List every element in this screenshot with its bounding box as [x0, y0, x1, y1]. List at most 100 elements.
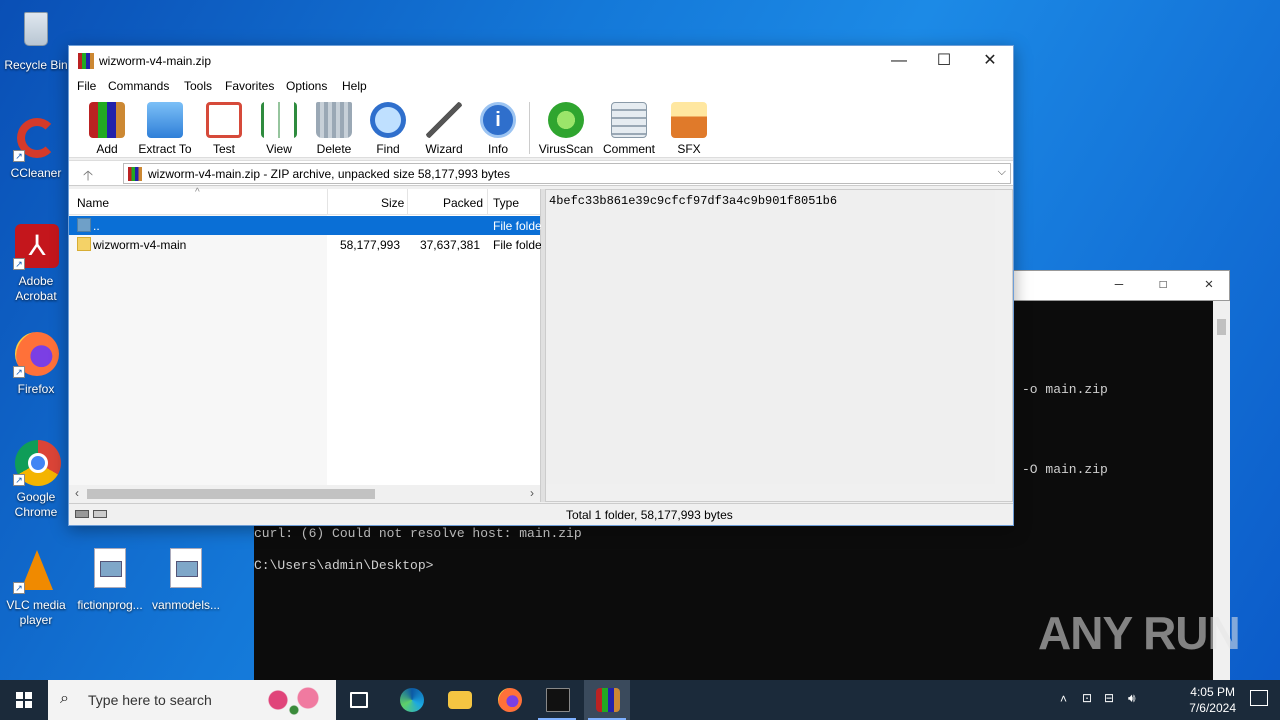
virusscan-button[interactable]: VirusScan: [536, 102, 596, 156]
maximize-button[interactable]: ☐: [929, 51, 959, 71]
menu-tools[interactable]: Tools: [184, 79, 212, 93]
shortcut-arrow-icon: ↗: [13, 474, 25, 486]
edge-icon: [400, 688, 424, 712]
clock-time: 4:05 PM: [1190, 685, 1235, 699]
notifications-icon[interactable]: [1250, 690, 1268, 706]
desktop-icon-vanmodels[interactable]: vanmodels...: [150, 548, 222, 613]
folder-icon: [77, 237, 91, 251]
maximize-icon[interactable]: ☐: [1155, 277, 1171, 293]
taskbar-cmd[interactable]: [534, 680, 580, 720]
find-button[interactable]: Find: [358, 102, 418, 156]
console-line: curl: (6) Could not resolve host: main.z…: [254, 526, 582, 541]
delete-button[interactable]: Delete: [304, 102, 364, 156]
menu-file[interactable]: File: [77, 79, 96, 93]
comment-button[interactable]: Comment: [599, 102, 659, 156]
menu-bar: File Commands Tools Favorites Options He…: [69, 76, 1013, 96]
archive-comment-pane[interactable]: 4befc33b861e39c9cfcf97df3a4c9b901f8051b6: [545, 189, 1013, 502]
scroll-thumb[interactable]: [87, 489, 375, 499]
extract-folder-icon: [147, 102, 183, 138]
archive-path-field[interactable]: wizworm-v4-main.zip - ZIP archive, unpac…: [123, 163, 1011, 184]
desktop-icon-firefox[interactable]: ↗ Firefox: [0, 332, 72, 397]
clock-date: 7/6/2024: [1189, 701, 1236, 715]
status-bar: Total 1 folder, 58,177,993 bytes: [69, 503, 1013, 525]
minimize-icon[interactable]: —: [1111, 277, 1127, 293]
close-icon[interactable]: ✕: [1201, 277, 1217, 293]
desktop-icon-google-chrome[interactable]: ↗ Google Chrome: [0, 440, 72, 520]
desktop-icon-adobe-acrobat[interactable]: ⅄ ↗ Adobe Acrobat: [0, 224, 72, 304]
chevron-up-icon[interactable]: ˄: [1060, 692, 1067, 706]
comment-horizontal-scrollbar[interactable]: [546, 484, 1012, 501]
shortcut-arrow-icon: ↗: [13, 582, 25, 594]
console-prompt[interactable]: C:\Users\admin\Desktop>: [254, 558, 433, 573]
menu-favorites[interactable]: Favorites: [225, 79, 274, 93]
table-row[interactable]: wizworm-v4-main 58,177,993 37,637,381 Fi…: [69, 235, 541, 254]
winrar-archive-icon: [128, 167, 142, 181]
start-button[interactable]: [0, 680, 48, 720]
task-view-icon: [350, 692, 368, 708]
info-button[interactable]: i Info: [468, 102, 528, 156]
menu-help[interactable]: Help: [342, 79, 367, 93]
address-bar: 🡡 wizworm-v4-main.zip - ZIP archive, unp…: [69, 160, 1013, 186]
sfx-button[interactable]: SFX: [659, 102, 719, 156]
add-archive-icon: [89, 102, 125, 138]
wizard-button[interactable]: Wizard: [414, 102, 474, 156]
add-button[interactable]: Add: [77, 102, 137, 156]
ccleaner-icon: ↗: [13, 116, 59, 162]
column-type[interactable]: Type: [493, 196, 519, 210]
search-placeholder: Type here to search: [88, 692, 212, 708]
task-view-button[interactable]: [336, 680, 382, 720]
up-arrow-icon[interactable]: 🡡: [83, 165, 93, 189]
view-button[interactable]: View: [249, 102, 309, 156]
winrar-titlebar[interactable]: wizworm-v4-main.zip — ☐ ✕: [69, 46, 1013, 76]
winrar-window[interactable]: wizworm-v4-main.zip — ☐ ✕ File Commands …: [68, 45, 1014, 526]
trash-icon: [316, 102, 352, 138]
magnifier-icon: [370, 102, 406, 138]
desktop-icon-ccleaner[interactable]: ↗ CCleaner: [0, 116, 72, 181]
menu-options[interactable]: Options: [286, 79, 327, 93]
windows-logo-icon: [16, 692, 32, 708]
horizontal-scrollbar[interactable]: ‹ ›: [69, 485, 540, 502]
network-icon[interactable]: ⊟: [1104, 691, 1114, 705]
column-size[interactable]: Size: [381, 196, 404, 210]
firefox-icon: ↗: [13, 332, 59, 378]
desktop-icon-vlc[interactable]: ↗ VLC media player: [0, 548, 72, 628]
volume-icon[interactable]: 🔊︎: [1128, 691, 1136, 706]
taskbar-firefox[interactable]: [486, 680, 532, 720]
scroll-left-icon[interactable]: ‹: [75, 486, 79, 500]
parent-folder-icon: [77, 218, 91, 232]
vlc-cone-icon: ↗: [13, 548, 59, 594]
menu-commands[interactable]: Commands: [108, 79, 169, 93]
table-row[interactable]: .. File folde: [69, 216, 541, 235]
terminal-icon: [546, 688, 570, 712]
acrobat-icon: ⅄ ↗: [13, 224, 59, 270]
taskbar-edge[interactable]: [388, 680, 434, 720]
name-column-background: [69, 215, 327, 485]
column-packed[interactable]: Packed: [443, 196, 483, 210]
security-icon[interactable]: ⊡: [1082, 691, 1092, 705]
column-header: Name ^ Size Packed Type: [69, 187, 540, 215]
test-button[interactable]: Test: [194, 102, 254, 156]
column-name[interactable]: Name: [77, 196, 109, 210]
desktop-icon-recycle-bin[interactable]: Recycle Bin: [0, 8, 72, 73]
console-line: -o main.zip: [1022, 382, 1108, 397]
image-file-icon: [163, 548, 209, 594]
scroll-right-icon[interactable]: ›: [530, 486, 534, 500]
taskbar-file-explorer[interactable]: [436, 680, 482, 720]
minimize-button[interactable]: —: [884, 51, 914, 71]
taskbar-winrar[interactable]: [584, 680, 630, 720]
chevron-down-icon[interactable]: ⌵: [998, 166, 1006, 179]
clock[interactable]: 4:05 PM 7/6/2024: [1189, 684, 1236, 716]
file-list[interactable]: Name ^ Size Packed Type .. File folde wi…: [69, 187, 541, 502]
comment-vertical-scrollbar[interactable]: [995, 190, 1012, 484]
status-text: Total 1 folder, 58,177,993 bytes: [566, 508, 733, 522]
close-button[interactable]: ✕: [975, 51, 1005, 71]
window-title: wizworm-v4-main.zip: [99, 54, 212, 68]
desktop-icon-fictionprog[interactable]: fictionprog...: [74, 548, 146, 613]
toolbar-separator: [529, 102, 530, 154]
taskbar-search-box[interactable]: ⌕ Type here to search: [48, 680, 336, 720]
comment-icon: [611, 102, 647, 138]
extract-to-button[interactable]: Extract To: [135, 102, 195, 156]
archive-path-text: wizworm-v4-main.zip - ZIP archive, unpac…: [148, 167, 510, 181]
desktop-icon-label: Recycle Bin: [4, 58, 68, 72]
desktop-icon-label: Adobe Acrobat: [15, 274, 57, 303]
